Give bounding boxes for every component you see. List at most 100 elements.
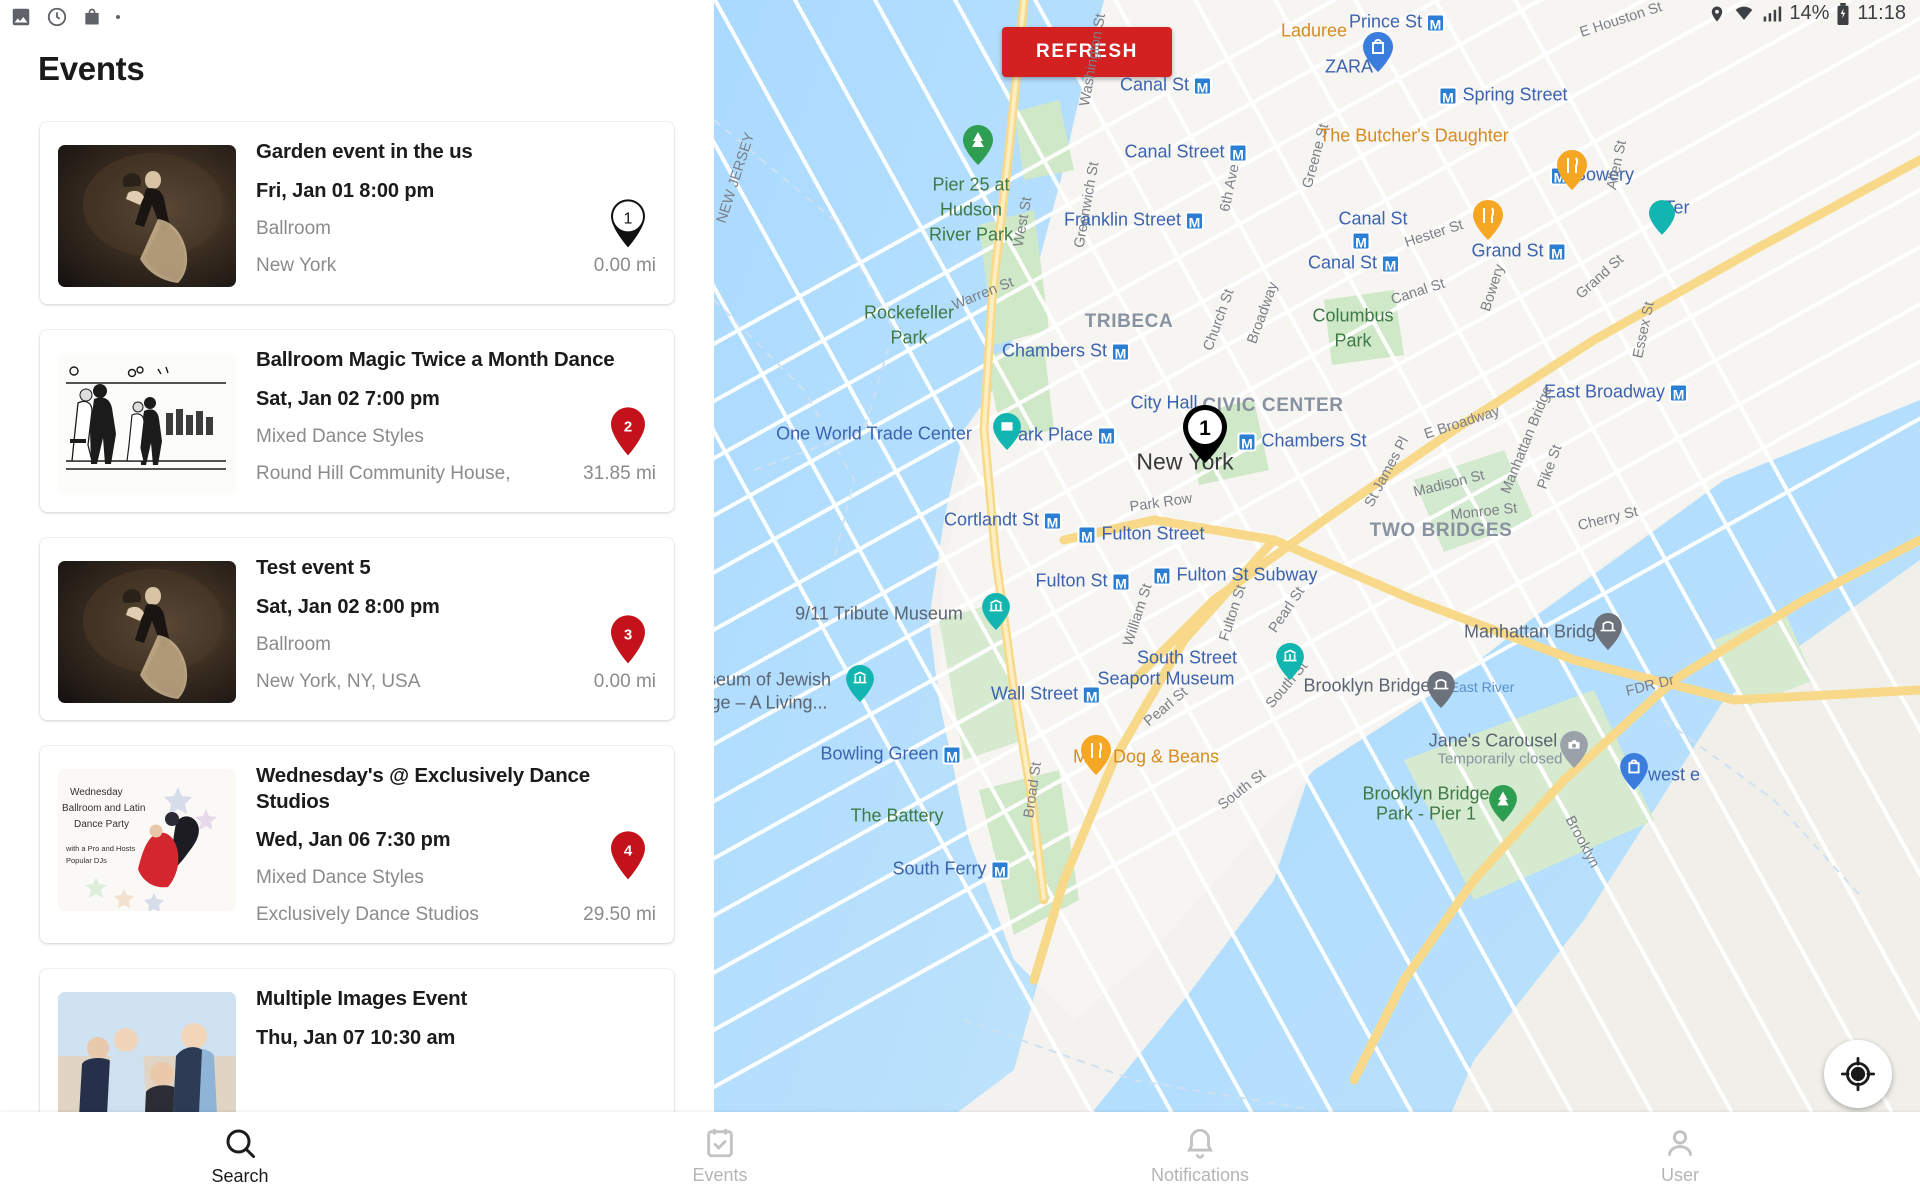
event-location-row: Exclusively Dance Studios 29.50 mi [256, 904, 656, 926]
svg-text:4: 4 [624, 842, 633, 859]
svg-text:Ballroom and Latin: Ballroom and Latin [62, 803, 145, 814]
event-location: New York, NY, USA [256, 670, 421, 692]
event-location: New York [256, 254, 337, 276]
page-title: Events [38, 50, 145, 87]
poi-pin-manhattan-bridge[interactable] [1594, 613, 1622, 650]
event-card[interactable]: Ballroom Magic Twice a Month Dance Sat, … [40, 330, 674, 512]
my-location-button[interactable] [1824, 1040, 1892, 1108]
selected-map-marker[interactable]: 1 [1179, 403, 1231, 470]
event-map-marker[interactable]: 4 [608, 829, 648, 881]
app-root: Events Garden event in the us Fri, Jan 0… [0, 0, 1920, 1200]
nav-item-search[interactable]: Search [0, 1112, 480, 1200]
event-date: Sat, Jan 02 7:00 pm [256, 387, 440, 410]
event-thumbnail [58, 561, 236, 703]
event-card-body: Wednesday's @ Exclusively Dance Studios … [236, 763, 674, 926]
event-style: Mixed Dance Styles [256, 867, 424, 889]
event-card-body: Test event 5 Sat, Jan 02 8:00 pm Ballroo… [236, 555, 674, 703]
events-card-list[interactable]: Garden event in the us Fri, Jan 01 8:00 … [0, 122, 714, 1177]
wifi-icon [1736, 6, 1753, 20]
poi-pin-seaport-museum[interactable] [1276, 643, 1304, 680]
svg-text:Dance Party: Dance Party [74, 819, 129, 830]
event-distance: 31.85 mi [583, 462, 656, 484]
status-bar-left-icons [10, 4, 120, 30]
event-date: Wed, Jan 06 7:30 pm [256, 829, 451, 852]
event-card-body: Garden event in the us Fri, Jan 01 8:00 … [236, 139, 674, 287]
search-icon [222, 1125, 258, 1161]
map-canvas [714, 0, 1920, 1200]
event-thumbnail [58, 353, 236, 495]
event-thumbnail: Wednesday Ballroom and Latin Dance Party… [58, 769, 236, 911]
event-location: Round Hill Community House, [256, 462, 511, 484]
timer-icon [47, 7, 67, 27]
event-title: Multiple Images Event [256, 987, 468, 1011]
svg-text:3: 3 [624, 626, 632, 643]
bell-icon [1183, 1126, 1217, 1160]
event-style: Mixed Dance Styles [256, 425, 424, 447]
events-list-panel: Events Garden event in the us Fri, Jan 0… [0, 0, 714, 1200]
event-title: Test event 5 [256, 556, 371, 579]
poi-pin-mad-dog-beans[interactable] [1081, 735, 1111, 775]
nav-item-label: Events [692, 1165, 748, 1185]
cell-signal-icon [1764, 6, 1782, 21]
refresh-button[interactable]: REFRESH [1002, 27, 1172, 77]
selected-marker-number: 1 [1199, 417, 1211, 440]
event-distance: 0.00 mi [593, 670, 656, 692]
user-icon [1663, 1126, 1697, 1160]
poi-pin-tribute-museum[interactable] [982, 593, 1010, 630]
battery-percent-label: 14% [1789, 2, 1830, 24]
poi-pin-restaurant[interactable] [1557, 150, 1587, 190]
clock-label: 11:18 [1857, 2, 1906, 24]
svg-text:1: 1 [624, 210, 633, 227]
event-date: Sat, Jan 02 8:00 pm [256, 595, 440, 618]
nav-item-notifications[interactable]: Notifications [960, 1112, 1440, 1200]
event-card-body: Ballroom Magic Twice a Month Dance Sat, … [236, 347, 674, 495]
nav-item-label: Search [211, 1166, 269, 1186]
event-style: Ballroom [256, 217, 331, 239]
location-pin-icon [1712, 6, 1723, 21]
svg-text:with a Pro and Hosts: with a Pro and Hosts [65, 844, 135, 853]
event-location: Exclusively Dance Studios [256, 904, 479, 926]
image-icon [12, 8, 30, 26]
event-card[interactable]: Test event 5 Sat, Jan 02 8:00 pm Ballroo… [40, 538, 674, 720]
event-title: Ballroom Magic Twice a Month Dance [256, 348, 615, 371]
nav-item-label: Notifications [1150, 1165, 1250, 1185]
bottom-navigation-bar[interactable]: Search Events Notifications User [0, 1112, 1920, 1200]
poi-pin-wtc[interactable] [993, 413, 1021, 450]
poi-pin-teal[interactable] [1649, 200, 1675, 235]
status-bar-right: 14% 11:18 [1708, 2, 1906, 25]
svg-text:Wednesday: Wednesday [70, 787, 123, 798]
my-location-icon [1841, 1057, 1875, 1091]
event-date: Fri, Jan 01 8:00 pm [256, 179, 435, 202]
event-distance: 29.50 mi [583, 904, 656, 926]
event-distance: 0.00 mi [593, 254, 656, 276]
event-card[interactable]: Garden event in the us Fri, Jan 01 8:00 … [40, 122, 674, 304]
event-card[interactable]: Wednesday Ballroom and Latin Dance Party… [40, 746, 674, 944]
bag-icon [85, 8, 99, 25]
poi-pin-zara-shop[interactable] [1363, 32, 1393, 72]
event-location-row: Round Hill Community House, 31.85 mi [256, 463, 656, 485]
map-panel[interactable]: REFRESH NEW JERSEY Pier 25 at Hudson River … [714, 0, 1920, 1200]
calendar-check-icon [703, 1126, 737, 1160]
event-title: Wednesday's @ Exclusively Dance Studios [256, 764, 590, 813]
poi-pin-janes-carousel[interactable] [1560, 731, 1588, 768]
poi-pin-west-elm-shop[interactable] [1620, 753, 1648, 790]
poi-pin-brooklyn-bridge-park[interactable] [1489, 785, 1517, 822]
svg-text:Popular DJs: Popular DJs [66, 856, 107, 865]
svg-text:2: 2 [624, 418, 632, 435]
event-location-row: New York 0.00 mi [256, 255, 656, 277]
poi-pin-brooklyn-bridge[interactable] [1427, 671, 1455, 708]
nav-item-label: User [1660, 1165, 1699, 1185]
event-location-row: New York, NY, USA 0.00 mi [256, 671, 656, 693]
event-map-marker[interactable]: 3 [608, 613, 648, 665]
poi-pin-park[interactable] [963, 125, 993, 165]
event-date: Thu, Jan 07 10:30 am [256, 1026, 456, 1049]
more-dot-icon [116, 15, 120, 19]
nav-item-user[interactable]: User [1440, 1112, 1920, 1200]
event-thumbnail [58, 145, 236, 287]
battery-charging-icon [1837, 2, 1849, 25]
nav-item-events[interactable]: Events [480, 1112, 960, 1200]
event-map-marker[interactable]: 2 [608, 405, 648, 457]
event-map-marker[interactable]: 1 [608, 197, 648, 249]
poi-pin-restaurant-2[interactable] [1473, 200, 1503, 240]
poi-pin-jewish-heritage-museum[interactable] [846, 665, 874, 702]
